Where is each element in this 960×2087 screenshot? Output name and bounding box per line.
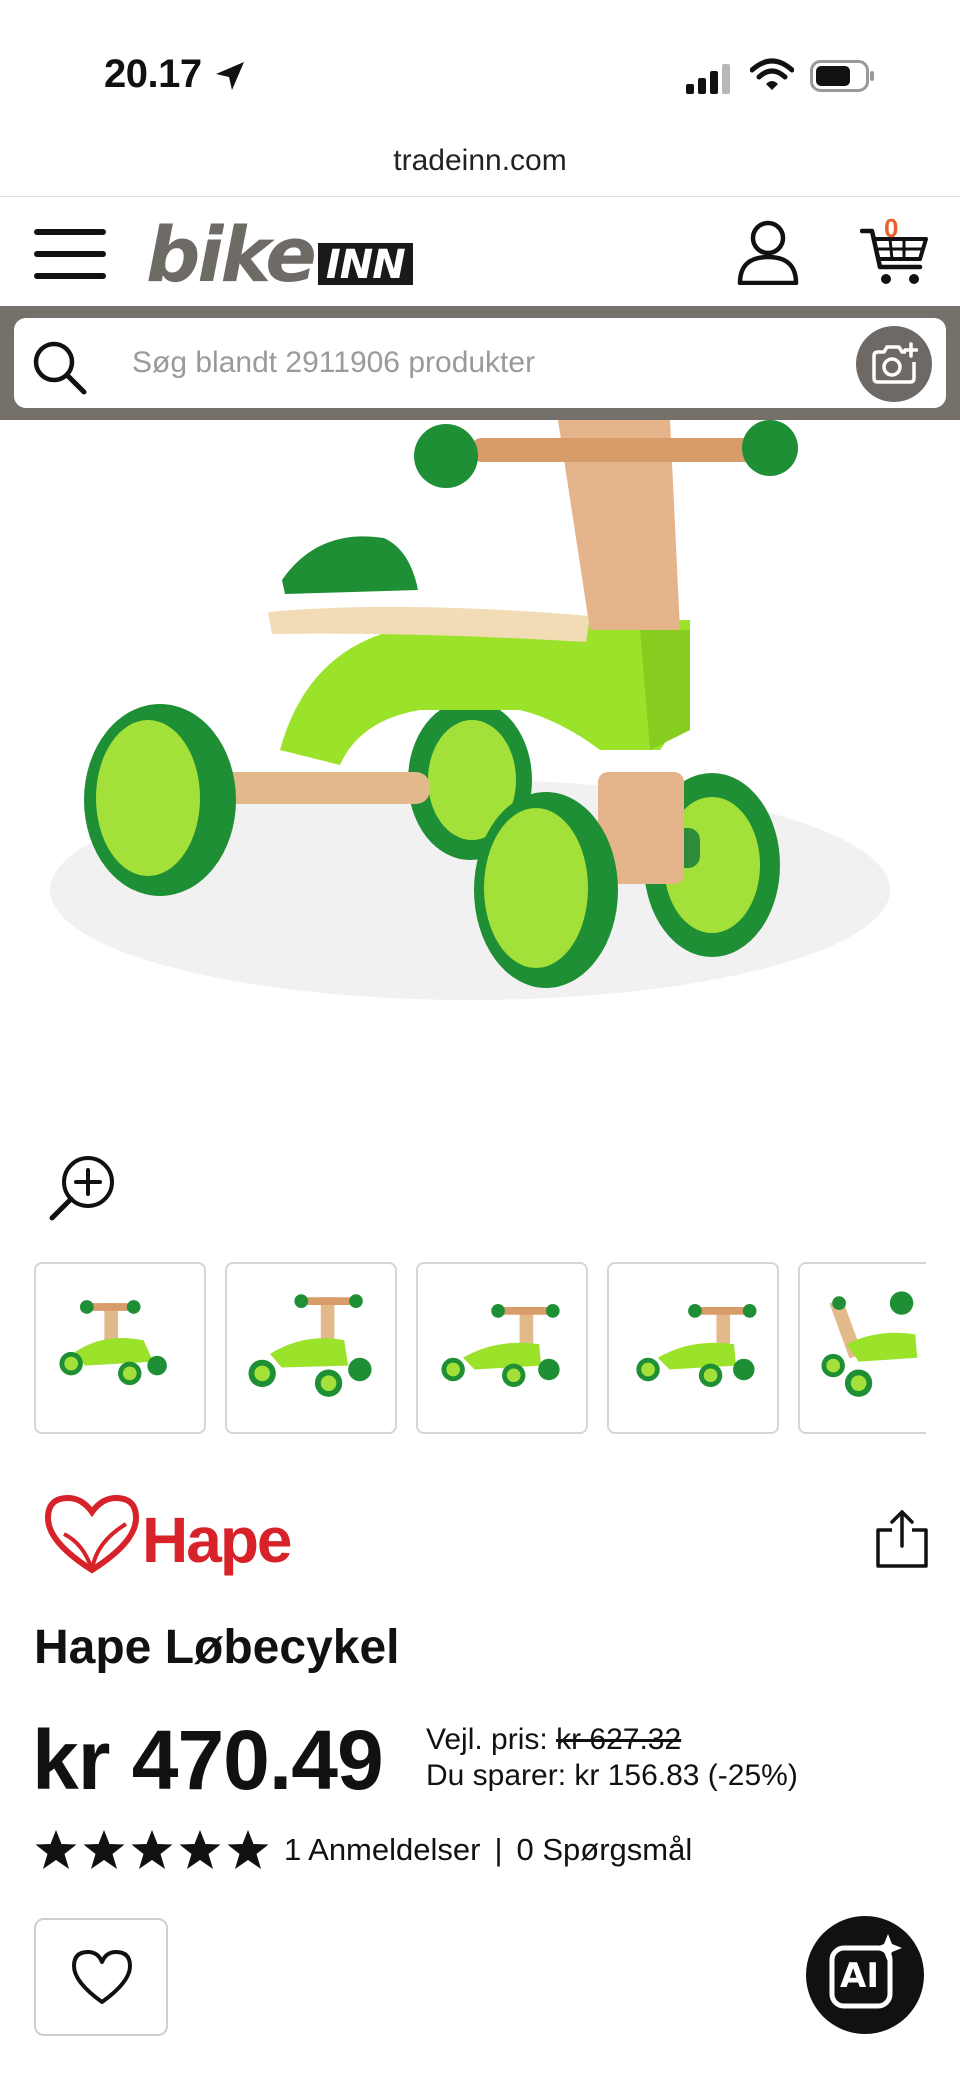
thumbnail-3[interactable] [416,1262,588,1434]
balance-bike-illustration [50,420,890,1000]
star-icon [35,1830,77,1869]
star-icon [227,1830,269,1869]
user-icon[interactable] [736,219,800,285]
reviews-link[interactable]: 1 Anmeldelser [284,1832,480,1868]
location-arrow-icon [216,62,244,90]
share-icon[interactable] [874,1508,930,1570]
ai-assistant-button[interactable]: AI [806,1916,924,2034]
rating-row: 1 Anmeldelser | 0 Spørgsmål [34,1828,692,1872]
menu-icon[interactable] [34,227,106,281]
signal-icon [686,64,730,94]
site-logo[interactable]: bike INN [146,210,413,299]
thumbnail-4[interactable] [607,1262,779,1434]
battery-icon [810,60,874,92]
rrp-value: kr 627.32 [556,1723,682,1756]
browser-url[interactable]: tradeinn.com [0,144,960,178]
rrp-label: Vejl. pris: [426,1723,548,1756]
thumbnail-2[interactable] [225,1262,397,1434]
search-box [14,318,946,408]
star-icon [83,1830,125,1869]
search-icon[interactable] [30,338,88,396]
zoom-icon[interactable] [48,1152,118,1222]
search-bar [0,306,960,420]
product-image[interactable] [0,420,960,1080]
camera-plus-icon [872,342,918,384]
logo-bike-text: bike [146,210,317,299]
status-time: 20.17 [104,52,202,96]
star-icon [131,1830,173,1869]
savings-text: Du sparer: kr 156.83 (-25%) [426,1759,798,1792]
questions-link[interactable]: 0 Spørgsmål [517,1832,693,1868]
site-header: bike INN 0 [0,196,960,306]
ai-label: AI [840,1956,879,1996]
price-info: Vejl. pris: kr 627.32 Du sparer: kr 156.… [426,1722,798,1794]
rating-separator: | [494,1832,503,1867]
heart-icon [72,1950,132,2004]
hape-logo-text: Hape [142,1504,291,1576]
status-bar: 20.17 tradeinn.com [0,0,960,177]
hape-brand-logo[interactable]: Hape [34,1484,344,1594]
thumbnail-1[interactable] [34,1262,206,1434]
camera-search-button[interactable] [856,326,932,402]
logo-inn-text: INN [317,243,413,285]
wifi-icon [750,58,794,90]
product-title: Hape Løbecykel [34,1621,400,1674]
search-input[interactable] [132,318,832,408]
thumbnail-strip [34,1262,926,1436]
cart-count-badge: 0 [884,213,899,243]
star-rating[interactable] [34,1829,270,1871]
star-icon [179,1830,221,1869]
product-price: kr 470.49 [32,1713,384,1807]
wishlist-button[interactable] [34,1918,168,2036]
thumbnail-5[interactable] [798,1262,926,1434]
